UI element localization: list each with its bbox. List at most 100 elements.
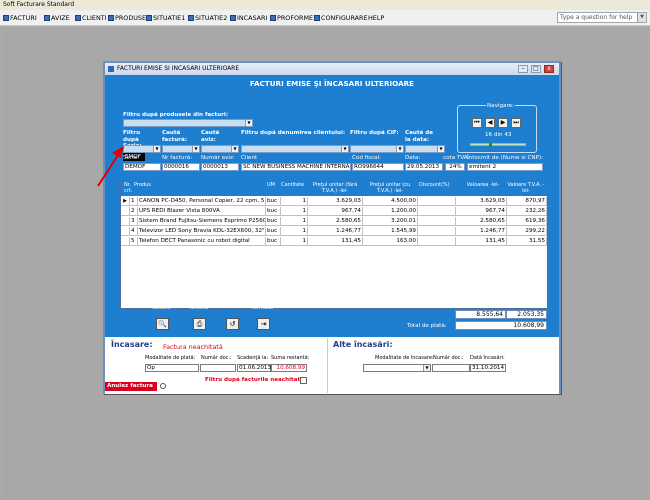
cell-pret-cu-tva[interactable]: 163,00 bbox=[363, 237, 418, 246]
print-button[interactable]: ⎙ bbox=[193, 318, 206, 330]
row-selector[interactable] bbox=[121, 227, 130, 236]
cell-pret-cu-tva[interactable]: 1.200,00 bbox=[363, 207, 418, 216]
cell-um[interactable]: buc bbox=[266, 207, 281, 216]
cell-produs[interactable]: Sistem Brand Fujitsu-Siemens Esprimo P25… bbox=[138, 217, 266, 226]
cell-cantitate[interactable]: 1 bbox=[281, 227, 308, 236]
help-search-input[interactable]: Type a question for help ▼ bbox=[557, 12, 647, 23]
row-selector-icon[interactable]: ▶ bbox=[121, 197, 130, 206]
serie-filter-dropdown[interactable]: ▼ bbox=[123, 145, 161, 153]
row-selector[interactable] bbox=[121, 217, 130, 226]
cell-pret-fara-tva[interactable]: 3.629,03 bbox=[308, 197, 363, 206]
aviz-search-dropdown[interactable]: ▼ bbox=[201, 145, 239, 153]
chevron-down-icon[interactable]: ▼ bbox=[192, 146, 199, 152]
cell-cantitate[interactable]: 1 bbox=[281, 207, 308, 216]
menu-facturi[interactable]: FACTURI bbox=[3, 13, 37, 23]
menu-avize[interactable]: AVIZE bbox=[44, 13, 70, 23]
row-selector[interactable] bbox=[121, 207, 130, 216]
cell-pret-fara-tva[interactable]: 2.580,65 bbox=[308, 217, 363, 226]
mod-plata-field[interactable]: Op bbox=[145, 364, 199, 372]
date-search-dropdown[interactable]: ▼ bbox=[405, 145, 445, 153]
chevron-down-icon[interactable]: ▼ bbox=[153, 146, 160, 152]
cif-filter-dropdown[interactable]: ▼ bbox=[350, 145, 404, 153]
menu-incasari[interactable]: INCASARI bbox=[230, 13, 267, 23]
chevron-down-icon[interactable]: ▼ bbox=[231, 146, 238, 152]
minimize-button[interactable]: – bbox=[518, 65, 528, 73]
cell-pret-fara-tva[interactable]: 1.246,77 bbox=[308, 227, 363, 236]
row-selector[interactable] bbox=[121, 237, 130, 246]
table-row[interactable]: 2 UPS REDI Blazer Vista 800VA buc 1 967,… bbox=[121, 207, 547, 216]
cell-pret-cu-tva[interactable]: 4.500,00 bbox=[363, 197, 418, 206]
total-tva: 2.053,35 bbox=[506, 310, 547, 319]
window-title: FACTURI EMISE SI INCASARI ULTERIOARE bbox=[117, 65, 240, 72]
table-row[interactable]: ▶ 1 CANON PC-D450, Personal Copier, 22 c… bbox=[121, 197, 547, 206]
notices-icon bbox=[44, 15, 50, 21]
factura-field[interactable]: 0000016 bbox=[162, 163, 200, 171]
filtru-neachitate-checkbox[interactable] bbox=[300, 377, 307, 384]
cell-cantitate[interactable]: 1 bbox=[281, 197, 308, 206]
record-slider[interactable] bbox=[470, 142, 526, 147]
menu-situatie1[interactable]: SITUATIE1 bbox=[146, 13, 185, 23]
client-filter-dropdown[interactable]: ▼ bbox=[241, 145, 349, 153]
cell-produs[interactable]: Televizor LED Sony Bravia KDL-32EX600, 3… bbox=[138, 227, 266, 236]
cell-cantitate[interactable]: 1 bbox=[281, 217, 308, 226]
cell-produs[interactable]: Telefon DECT Panasonic cu robot digital bbox=[138, 237, 266, 246]
chevron-down-icon[interactable]: ▼ bbox=[637, 13, 646, 22]
cell-cantitate[interactable]: 1 bbox=[281, 237, 308, 246]
menu-help[interactable]: HELP bbox=[368, 13, 384, 23]
mod-incasare-dropdown[interactable]: ▼ bbox=[363, 364, 431, 372]
cod-fiscal-field[interactable]: RO996644 bbox=[352, 163, 404, 171]
alte-nr-doc-field[interactable] bbox=[432, 364, 470, 372]
table-row[interactable]: 3 Sistem Brand Fujitsu-Siemens Esprimo P… bbox=[121, 217, 547, 226]
next-record-button[interactable]: ▶ bbox=[498, 118, 508, 128]
nr-doc-field[interactable] bbox=[200, 364, 236, 372]
aviz-field[interactable]: 0000013 bbox=[201, 163, 239, 171]
chevron-down-icon[interactable]: ▼ bbox=[341, 146, 348, 152]
cell-um[interactable]: buc bbox=[266, 237, 281, 246]
cell-produs[interactable]: UPS REDI Blazer Vista 800VA bbox=[138, 207, 266, 216]
cell-um[interactable]: buc bbox=[266, 197, 281, 206]
factura-search-dropdown[interactable]: ▼ bbox=[162, 145, 200, 153]
cell-produs[interactable]: CANON PC-D450, Personal Copier, 22 cpm, … bbox=[138, 197, 266, 206]
table-row[interactable]: 5 Telefon DECT Panasonic cu robot digita… bbox=[121, 237, 547, 246]
close-button[interactable]: x bbox=[544, 65, 554, 73]
cell-um[interactable]: buc bbox=[266, 217, 281, 226]
cell-pret-fara-tva[interactable]: 967,74 bbox=[308, 207, 363, 216]
data-incasari-field[interactable]: 31.10.2014 bbox=[470, 364, 506, 372]
cota-tva-field[interactable]: 24% bbox=[445, 163, 465, 171]
storno-button[interactable]: ↺ bbox=[226, 318, 239, 330]
cell-discount[interactable] bbox=[418, 227, 456, 236]
cell-um[interactable]: buc bbox=[266, 227, 281, 236]
intocmit-field[interactable]: emitent 2 bbox=[467, 163, 543, 171]
product-filter-dropdown[interactable]: ▼ bbox=[123, 119, 253, 127]
cell-discount[interactable] bbox=[418, 197, 456, 206]
slider-thumb[interactable] bbox=[489, 142, 492, 147]
menu-proforme[interactable]: PROFORME bbox=[270, 13, 313, 23]
menu-configurare[interactable]: CONFIGURARE bbox=[314, 13, 368, 23]
chevron-down-icon[interactable]: ▼ bbox=[396, 146, 403, 152]
cell-discount[interactable] bbox=[418, 217, 456, 226]
cell-discount[interactable] bbox=[418, 237, 456, 246]
first-record-button[interactable]: ⏮ bbox=[472, 118, 482, 128]
cell-pret-cu-tva[interactable]: 3.200,01 bbox=[363, 217, 418, 226]
exit-button[interactable]: ⇥ bbox=[257, 318, 270, 330]
anulez-factura-button[interactable]: Anulez factura bbox=[105, 382, 157, 391]
maximize-button[interactable]: □ bbox=[531, 65, 541, 73]
last-record-button[interactable]: ⏭ bbox=[511, 118, 521, 128]
view-invoice-button[interactable]: 🔍 bbox=[156, 318, 169, 330]
scadenta-field[interactable]: 01.06.2013 bbox=[237, 364, 271, 372]
menu-produse[interactable]: PRODUSE bbox=[108, 13, 146, 23]
prev-record-button[interactable]: ◀ bbox=[485, 118, 495, 128]
data-field[interactable]: 29.05.2013 bbox=[405, 163, 443, 171]
cell-pret-fara-tva[interactable]: 131,45 bbox=[308, 237, 363, 246]
menu-situatie2[interactable]: SITUATIE2 bbox=[188, 13, 227, 23]
chevron-down-icon[interactable]: ▼ bbox=[437, 146, 444, 152]
chevron-down-icon[interactable]: ▼ bbox=[423, 365, 430, 371]
client-field[interactable]: SC NEW BUSINESS MACHINE INTERNA bbox=[241, 163, 351, 171]
cell-pret-cu-tva[interactable]: 1.545,99 bbox=[363, 227, 418, 236]
menu-clienti[interactable]: CLIENTI bbox=[75, 13, 107, 23]
chevron-down-icon[interactable]: ▼ bbox=[245, 120, 252, 126]
anulez-radio[interactable] bbox=[160, 383, 166, 389]
table-row[interactable]: 4 Televizor LED Sony Bravia KDL-32EX600,… bbox=[121, 227, 547, 236]
serie-field[interactable]: DEMOF bbox=[123, 163, 161, 171]
cell-discount[interactable] bbox=[418, 207, 456, 216]
